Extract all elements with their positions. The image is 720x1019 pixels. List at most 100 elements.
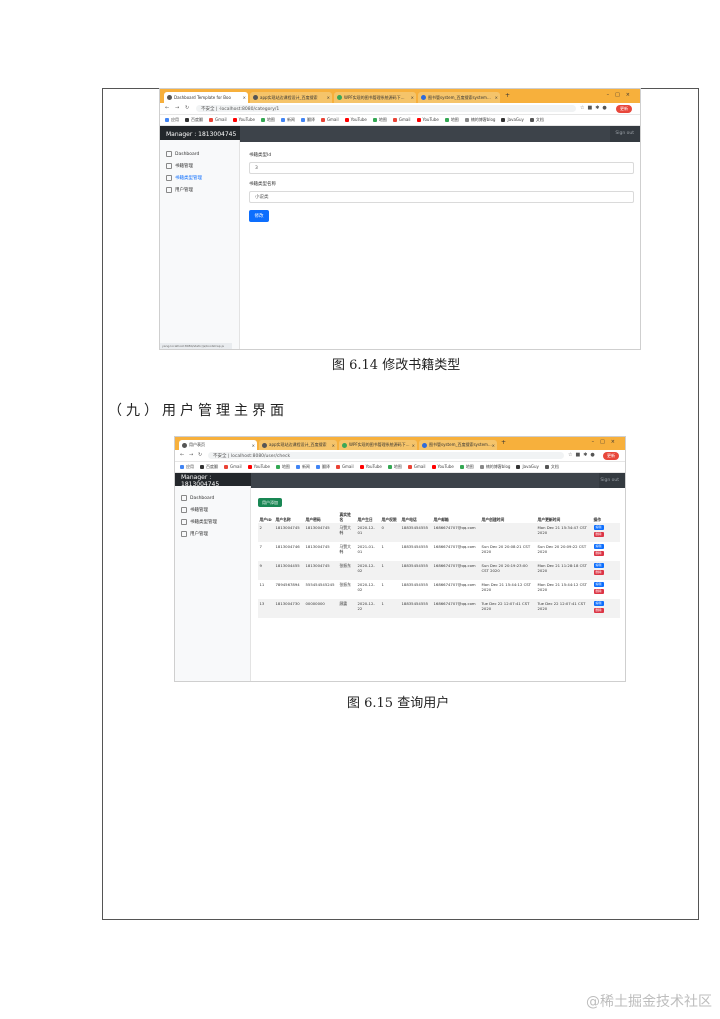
- bookmark-item[interactable]: Gmail: [224, 462, 242, 472]
- bookmark-item[interactable]: 文档: [544, 462, 559, 472]
- bookmark-item[interactable]: 地图: [260, 115, 275, 125]
- navbar-search-input[interactable]: [251, 473, 599, 488]
- delete-button[interactable]: 删除: [593, 550, 604, 556]
- sidebar-item-books[interactable]: 书籍管理: [175, 504, 250, 516]
- navbar-search-input[interactable]: [240, 126, 610, 142]
- close-icon[interactable]: ×: [252, 443, 255, 448]
- extension-icons[interactable]: ☆■✱●: [580, 105, 610, 111]
- category-name-input[interactable]: 小说类: [249, 191, 634, 203]
- close-icon[interactable]: ×: [332, 443, 335, 448]
- category-id-input[interactable]: 3: [249, 162, 634, 174]
- bookmark-item[interactable]: 楠的博客blog: [464, 115, 495, 125]
- status-url: yang.localhost:8080/static/js/bootstrap.…: [160, 343, 232, 349]
- reload-icon[interactable]: ↻: [185, 105, 189, 111]
- bookmark-item[interactable]: Gmail: [407, 462, 426, 472]
- bookmark-item[interactable]: 楠的博客blog: [479, 462, 510, 472]
- new-tab-icon[interactable]: +: [501, 439, 506, 446]
- bookmark-item[interactable]: 地图: [444, 115, 459, 125]
- update-button[interactable]: 更新: [616, 105, 632, 113]
- close-icon[interactable]: ×: [327, 95, 330, 100]
- window-controls-icon[interactable]: –□×: [607, 92, 636, 98]
- edit-button[interactable]: 编辑: [593, 563, 604, 568]
- sidebar-item-dashboard[interactable]: Dashboard: [160, 148, 239, 160]
- bookmark-item[interactable]: 翻译: [300, 115, 315, 125]
- bookmark-item[interactable]: 新闻: [295, 462, 310, 472]
- sidebar: Dashboard 书籍管理 书籍类型管理 用户管理: [175, 486, 251, 681]
- bookmark-item[interactable]: YouTube: [344, 115, 367, 125]
- table-cell: 0: [380, 523, 400, 542]
- bookmark-item[interactable]: YouTube: [232, 115, 255, 125]
- table-cell: Sun Dec 20 20:19:23:00 CST 2020: [480, 561, 536, 580]
- bookmark-item[interactable]: Gmail: [392, 115, 411, 125]
- browser-tab[interactable]: WPF实现的图书管理系统源码下... ×: [334, 92, 416, 103]
- add-user-button[interactable]: 用户添加: [258, 498, 282, 507]
- edit-button[interactable]: 编辑: [593, 525, 604, 530]
- new-tab-icon[interactable]: +: [505, 92, 510, 99]
- edit-button[interactable]: 编辑: [593, 601, 604, 606]
- submit-button[interactable]: 修改: [249, 210, 269, 222]
- bookmark-item[interactable]: JavaGuy: [501, 115, 524, 125]
- bookmark-item[interactable]: 地图: [459, 462, 474, 472]
- bookmark-item[interactable]: 地图: [372, 115, 387, 125]
- bookmark-item[interactable]: 地图: [387, 462, 402, 472]
- table-cell: 2020-12-02: [357, 582, 375, 592]
- sidebar-item-books[interactable]: 书籍管理: [160, 160, 239, 172]
- table-cell: 7894567894: [275, 582, 300, 587]
- close-icon[interactable]: ×: [495, 95, 498, 100]
- bookmark-item[interactable]: 地图: [275, 462, 290, 472]
- window-controls-icon[interactable]: –□×: [592, 439, 621, 445]
- bookmark-item[interactable]: 百度翻: [185, 115, 203, 125]
- browser-tab[interactable]: 图书管system_百度搜索system... ×: [418, 92, 500, 103]
- delete-button[interactable]: 删除: [593, 607, 604, 613]
- edit-button[interactable]: 编辑: [593, 582, 604, 587]
- bookmark-item[interactable]: YouTube: [247, 462, 270, 472]
- column-header: 真实姓名: [339, 512, 351, 522]
- delete-button[interactable]: 删除: [593, 531, 604, 537]
- sidebar-item-categories[interactable]: 书籍类型管理: [160, 172, 239, 184]
- close-icon[interactable]: ×: [412, 443, 415, 448]
- close-icon[interactable]: ×: [411, 95, 414, 100]
- browser-tab[interactable]: Dashboard Template for Boo ×: [164, 92, 248, 103]
- browser-tab[interactable]: WPF实现的图书管理系统源码下... ×: [339, 440, 417, 450]
- bookmark-item[interactable]: 翻译: [315, 462, 330, 472]
- delete-button[interactable]: 删除: [593, 588, 604, 594]
- extension-icons[interactable]: ☆■✱●: [568, 452, 598, 458]
- bookmark-item[interactable]: 应用: [180, 462, 194, 472]
- sidebar-item-dashboard[interactable]: Dashboard: [175, 492, 250, 504]
- bookmark-item[interactable]: Gmail: [209, 115, 227, 125]
- bookmark-item[interactable]: YouTube: [431, 462, 454, 472]
- forward-icon[interactable]: →: [175, 105, 179, 111]
- sidebar-item-users[interactable]: 用户管理: [160, 184, 239, 196]
- delete-button[interactable]: 删除: [593, 569, 604, 575]
- bookmark-item[interactable]: 新闻: [280, 115, 295, 125]
- column-header: 用户名称: [275, 517, 291, 522]
- bookmark-item[interactable]: 文档: [529, 115, 544, 125]
- bookmark-item[interactable]: 应用: [165, 115, 179, 125]
- close-icon[interactable]: ×: [492, 443, 495, 448]
- update-button[interactable]: 更新: [603, 452, 619, 460]
- edit-button[interactable]: 编辑: [593, 544, 604, 549]
- sign-out-link[interactable]: Sign out: [615, 131, 634, 136]
- bookmark-item[interactable]: YouTube: [416, 115, 439, 125]
- browser-tab[interactable]: app实现站边课程设计_百度搜索 ×: [250, 92, 332, 103]
- sidebar-item-users[interactable]: 用户管理: [175, 528, 250, 540]
- back-icon[interactable]: ←: [180, 452, 184, 458]
- url-field[interactable]: 不安全 | localhost:8080/user/check: [208, 452, 564, 459]
- table-cell: Tue Dec 22 12:07:41 CST 2020: [480, 599, 536, 618]
- bookmark-item[interactable]: 百度翻: [200, 462, 218, 472]
- close-icon[interactable]: ×: [243, 95, 246, 100]
- back-icon[interactable]: ←: [165, 105, 169, 111]
- table-cell: Sun Dec 20 20:08:21 CST 2020: [481, 544, 531, 554]
- url-field[interactable]: 不安全 | ·localhost:8080/category/1: [196, 105, 576, 112]
- bookmark-item[interactable]: Gmail: [320, 115, 339, 125]
- sidebar-item-categories[interactable]: 书籍类型管理: [175, 516, 250, 528]
- bookmark-item[interactable]: JavaGuy: [516, 462, 539, 472]
- browser-tab[interactable]: app实现站边课程设计_百度搜索 ×: [259, 440, 337, 450]
- sign-out-link[interactable]: Sign out: [600, 478, 619, 483]
- bookmark-item[interactable]: Gmail: [335, 462, 354, 472]
- browser-tab[interactable]: 图书管system_百度搜索system... ×: [419, 440, 497, 450]
- forward-icon[interactable]: →: [189, 452, 193, 458]
- browser-tab[interactable]: 用户表页 ×: [179, 440, 257, 450]
- bookmark-item[interactable]: YouTube: [359, 462, 382, 472]
- reload-icon[interactable]: ↻: [198, 452, 202, 458]
